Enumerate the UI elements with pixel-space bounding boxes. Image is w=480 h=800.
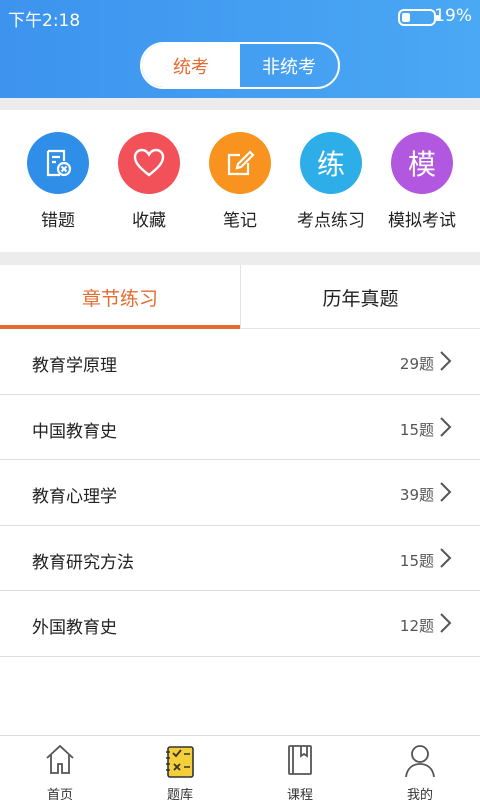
battery-percent: 19% — [434, 6, 472, 26]
list-item[interactable]: 教育研究方法 15题 — [0, 526, 480, 591]
divider — [0, 98, 480, 110]
nav-label: 课程 — [286, 788, 313, 800]
heart-icon — [118, 132, 180, 194]
mock-exam-icon: 模 — [391, 132, 453, 194]
chapter-name: 中国教育史 — [32, 421, 117, 442]
shortcut-label: 错题 — [41, 211, 75, 231]
profile-icon — [405, 745, 435, 778]
status-bar: 下午2:18 19% — [0, 0, 480, 34]
nav-profile[interactable]: 我的 — [360, 736, 480, 800]
list-item[interactable]: 中国教育史 15题 — [0, 395, 480, 460]
practice-icon: 练 — [300, 132, 362, 194]
segment-tongkao[interactable]: 统考 — [142, 44, 240, 87]
question-count: 12题 — [399, 617, 434, 635]
exam-type-toggle: 统考 非统考 — [140, 42, 340, 89]
wrong-question-icon — [27, 132, 89, 194]
status-time: 下午2:18 — [8, 11, 81, 31]
shortcut-label: 收藏 — [132, 211, 166, 231]
list-item[interactable]: 教育学原理 29题 — [0, 329, 480, 395]
shortcut-label: 笔记 — [223, 211, 257, 231]
nav-question-bank[interactable]: 题库 — [120, 736, 240, 800]
chapter-name: 教育学原理 — [32, 356, 117, 376]
nav-home[interactable]: 首页 — [0, 736, 120, 800]
divider — [0, 252, 480, 265]
shortcut-favorites[interactable]: 收藏 — [103, 132, 195, 231]
practice-tabs: 章节练习 历年真题 — [0, 265, 480, 329]
edit-note-icon — [209, 132, 271, 194]
chevron-right-icon — [440, 482, 452, 502]
chevron-right-icon — [440, 547, 452, 568]
segment-feitongkao[interactable]: 非统考 — [240, 44, 338, 87]
chapter-name: 教育研究方法 — [32, 552, 134, 573]
bottom-nav: 首页 题库 课程 我的 — [0, 735, 480, 800]
chevron-right-icon — [440, 351, 452, 371]
question-count: 29题 — [399, 355, 434, 373]
battery-icon — [398, 9, 439, 26]
chapter-name: 外国教育史 — [32, 618, 117, 638]
nav-label: 我的 — [406, 788, 433, 800]
shortcut-practice[interactable]: 练 考点练习 — [285, 132, 377, 231]
question-count: 15题 — [399, 551, 434, 570]
chapter-name: 教育心理学 — [32, 487, 117, 507]
shortcut-wrong-questions[interactable]: 错题 — [12, 132, 104, 231]
header: 下午2:18 19% 统考 非统考 — [0, 0, 480, 98]
chevron-right-icon — [440, 613, 452, 633]
shortcut-notes[interactable]: 笔记 — [194, 132, 286, 231]
home-icon — [46, 744, 74, 774]
question-bank-icon — [166, 746, 194, 778]
nav-label: 题库 — [166, 788, 193, 800]
course-book-icon — [288, 745, 312, 775]
shortcut-label: 考点练习 — [297, 211, 365, 231]
tab-chapter-practice[interactable]: 章节练习 — [0, 265, 240, 329]
nav-label: 首页 — [46, 788, 73, 800]
chevron-right-icon — [440, 416, 452, 437]
question-count: 15题 — [399, 420, 434, 439]
shortcut-mock-exam[interactable]: 模 模拟考试 — [376, 132, 468, 231]
tab-past-exams[interactable]: 历年真题 — [240, 265, 480, 329]
question-count: 39题 — [399, 486, 434, 504]
nav-course[interactable]: 课程 — [240, 736, 360, 800]
shortcut-grid: 错题 收藏 笔记 练 考点练习 模 模拟考试 — [0, 110, 480, 252]
list-item[interactable]: 外国教育史 12题 — [0, 591, 480, 657]
list-item[interactable]: 教育心理学 39题 — [0, 460, 480, 526]
chapter-list: 教育学原理 29题 中国教育史 15题 教育心理学 39题 教育研究方法 15题… — [0, 329, 480, 657]
shortcut-label: 模拟考试 — [388, 211, 456, 231]
